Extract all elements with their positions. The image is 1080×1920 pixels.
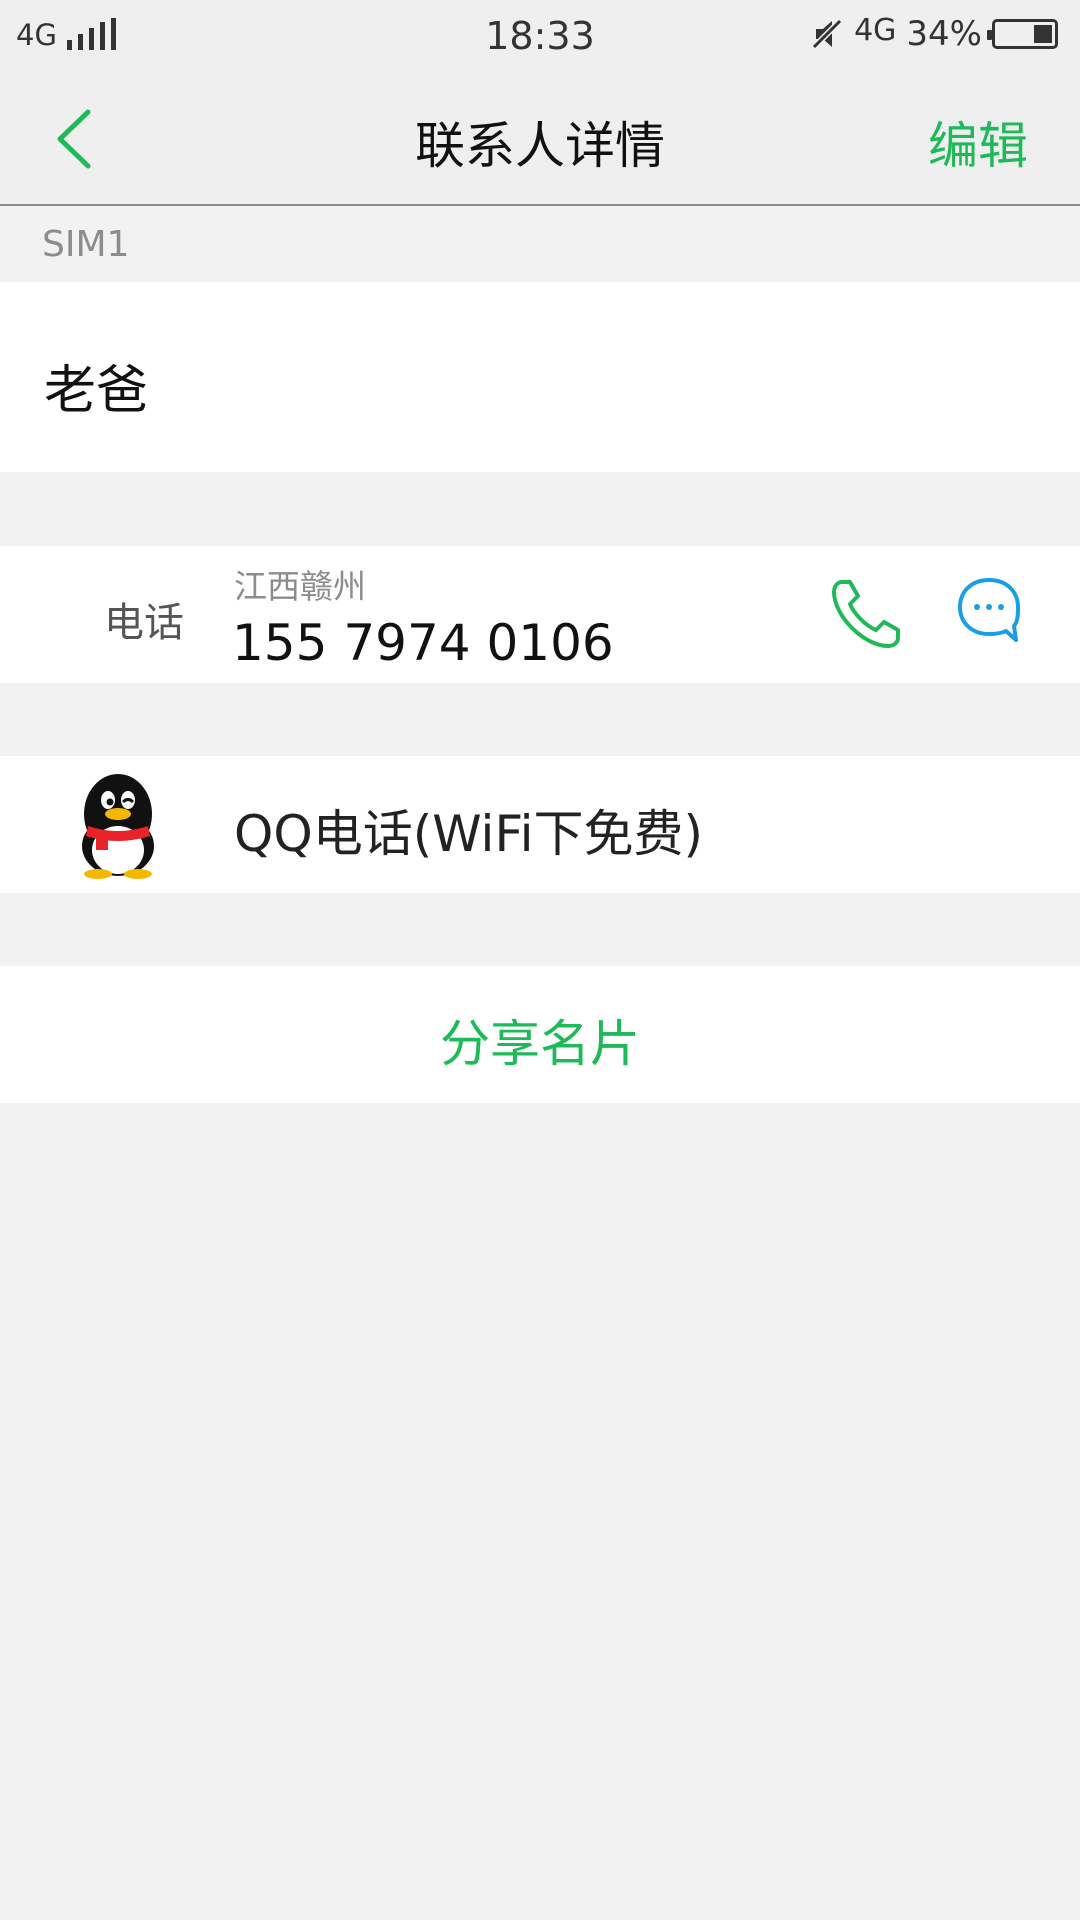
- phone-label: 电话: [104, 600, 184, 646]
- contact-name: 老爸: [44, 361, 149, 421]
- battery-fill: [1034, 25, 1052, 43]
- phone-row[interactable]: 电话 江西赣州 155 7974 0106: [0, 546, 1080, 683]
- sim-label: SIM1: [42, 224, 130, 265]
- message-button[interactable]: [956, 576, 1022, 646]
- qq-call-row[interactable]: QQ电话(WiFi下免费): [0, 756, 1080, 893]
- share-card-button[interactable]: 分享名片: [0, 1004, 1080, 1076]
- phone-icon: [832, 580, 900, 648]
- status-bar: 4G 18:33 4G 34%: [0, 0, 1080, 72]
- share-card-row[interactable]: 分享名片: [0, 966, 1080, 1103]
- battery-percent: 34%: [906, 14, 982, 54]
- phone-number[interactable]: 155 7974 0106: [232, 614, 614, 672]
- mute-icon: [811, 18, 843, 50]
- qq-call-label: QQ电话(WiFi下免费): [234, 805, 703, 863]
- network-type-right: 4G: [854, 12, 897, 48]
- qq-penguin-icon: [70, 770, 166, 880]
- phone-location: 江西赣州: [234, 567, 366, 606]
- edit-button[interactable]: 编辑: [928, 106, 1028, 178]
- contact-name-card: 老爸: [0, 282, 1080, 472]
- battery-icon: [987, 19, 1058, 49]
- nav-bar: 联系人详情 编辑: [0, 72, 1080, 206]
- call-button[interactable]: [828, 576, 904, 652]
- page-title: 联系人详情: [415, 117, 665, 175]
- status-bar-right: 4G 34%: [810, 12, 1058, 54]
- message-bubble-icon: [958, 578, 1020, 642]
